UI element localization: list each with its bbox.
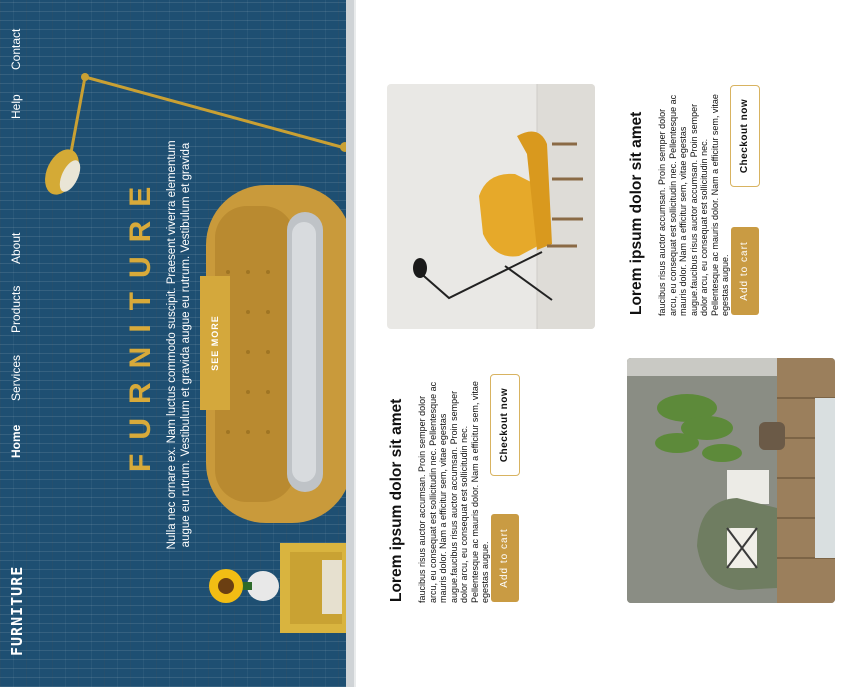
checkout-now-button[interactable]: Checkout now xyxy=(490,374,520,476)
product-title: Lorem ipsum dolor sit amet xyxy=(628,111,645,315)
nav-services[interactable]: Services xyxy=(9,355,23,401)
nav-help[interactable]: Help xyxy=(9,94,23,119)
green-chair-illustration xyxy=(627,358,835,603)
checkout-now-button[interactable]: Checkout now xyxy=(730,85,760,187)
logo[interactable]: FURNITURE xyxy=(8,566,26,656)
product-description: faucibus risus auctor accumsan. Proin se… xyxy=(657,94,730,316)
add-to-cart-button[interactable]: Add to cart xyxy=(491,514,519,602)
nav-home[interactable]: Home xyxy=(9,425,23,458)
nav-about[interactable]: About xyxy=(9,233,23,264)
hero-floor-edge xyxy=(346,0,354,687)
hero-description: Nulla nec ornare ex. Nam luctus commodo … xyxy=(166,140,192,550)
hero-title: FURNITURE xyxy=(124,172,157,472)
yellow-chair-illustration xyxy=(413,84,595,329)
see-more-button[interactable]: SEE MORE xyxy=(200,276,230,410)
product-description: faucibus risus auctor accumsan. Proin se… xyxy=(417,381,490,603)
nav-products[interactable]: Products xyxy=(9,286,23,333)
nav-contact[interactable]: Contact xyxy=(9,29,23,70)
product-title: Lorem ipsum dolor sit amet xyxy=(388,398,405,602)
add-to-cart-button[interactable]: Add to cart xyxy=(731,227,759,315)
section-divider xyxy=(354,0,356,687)
product-image-green-chair xyxy=(627,358,835,603)
product-image-yellow-chair xyxy=(387,84,595,329)
